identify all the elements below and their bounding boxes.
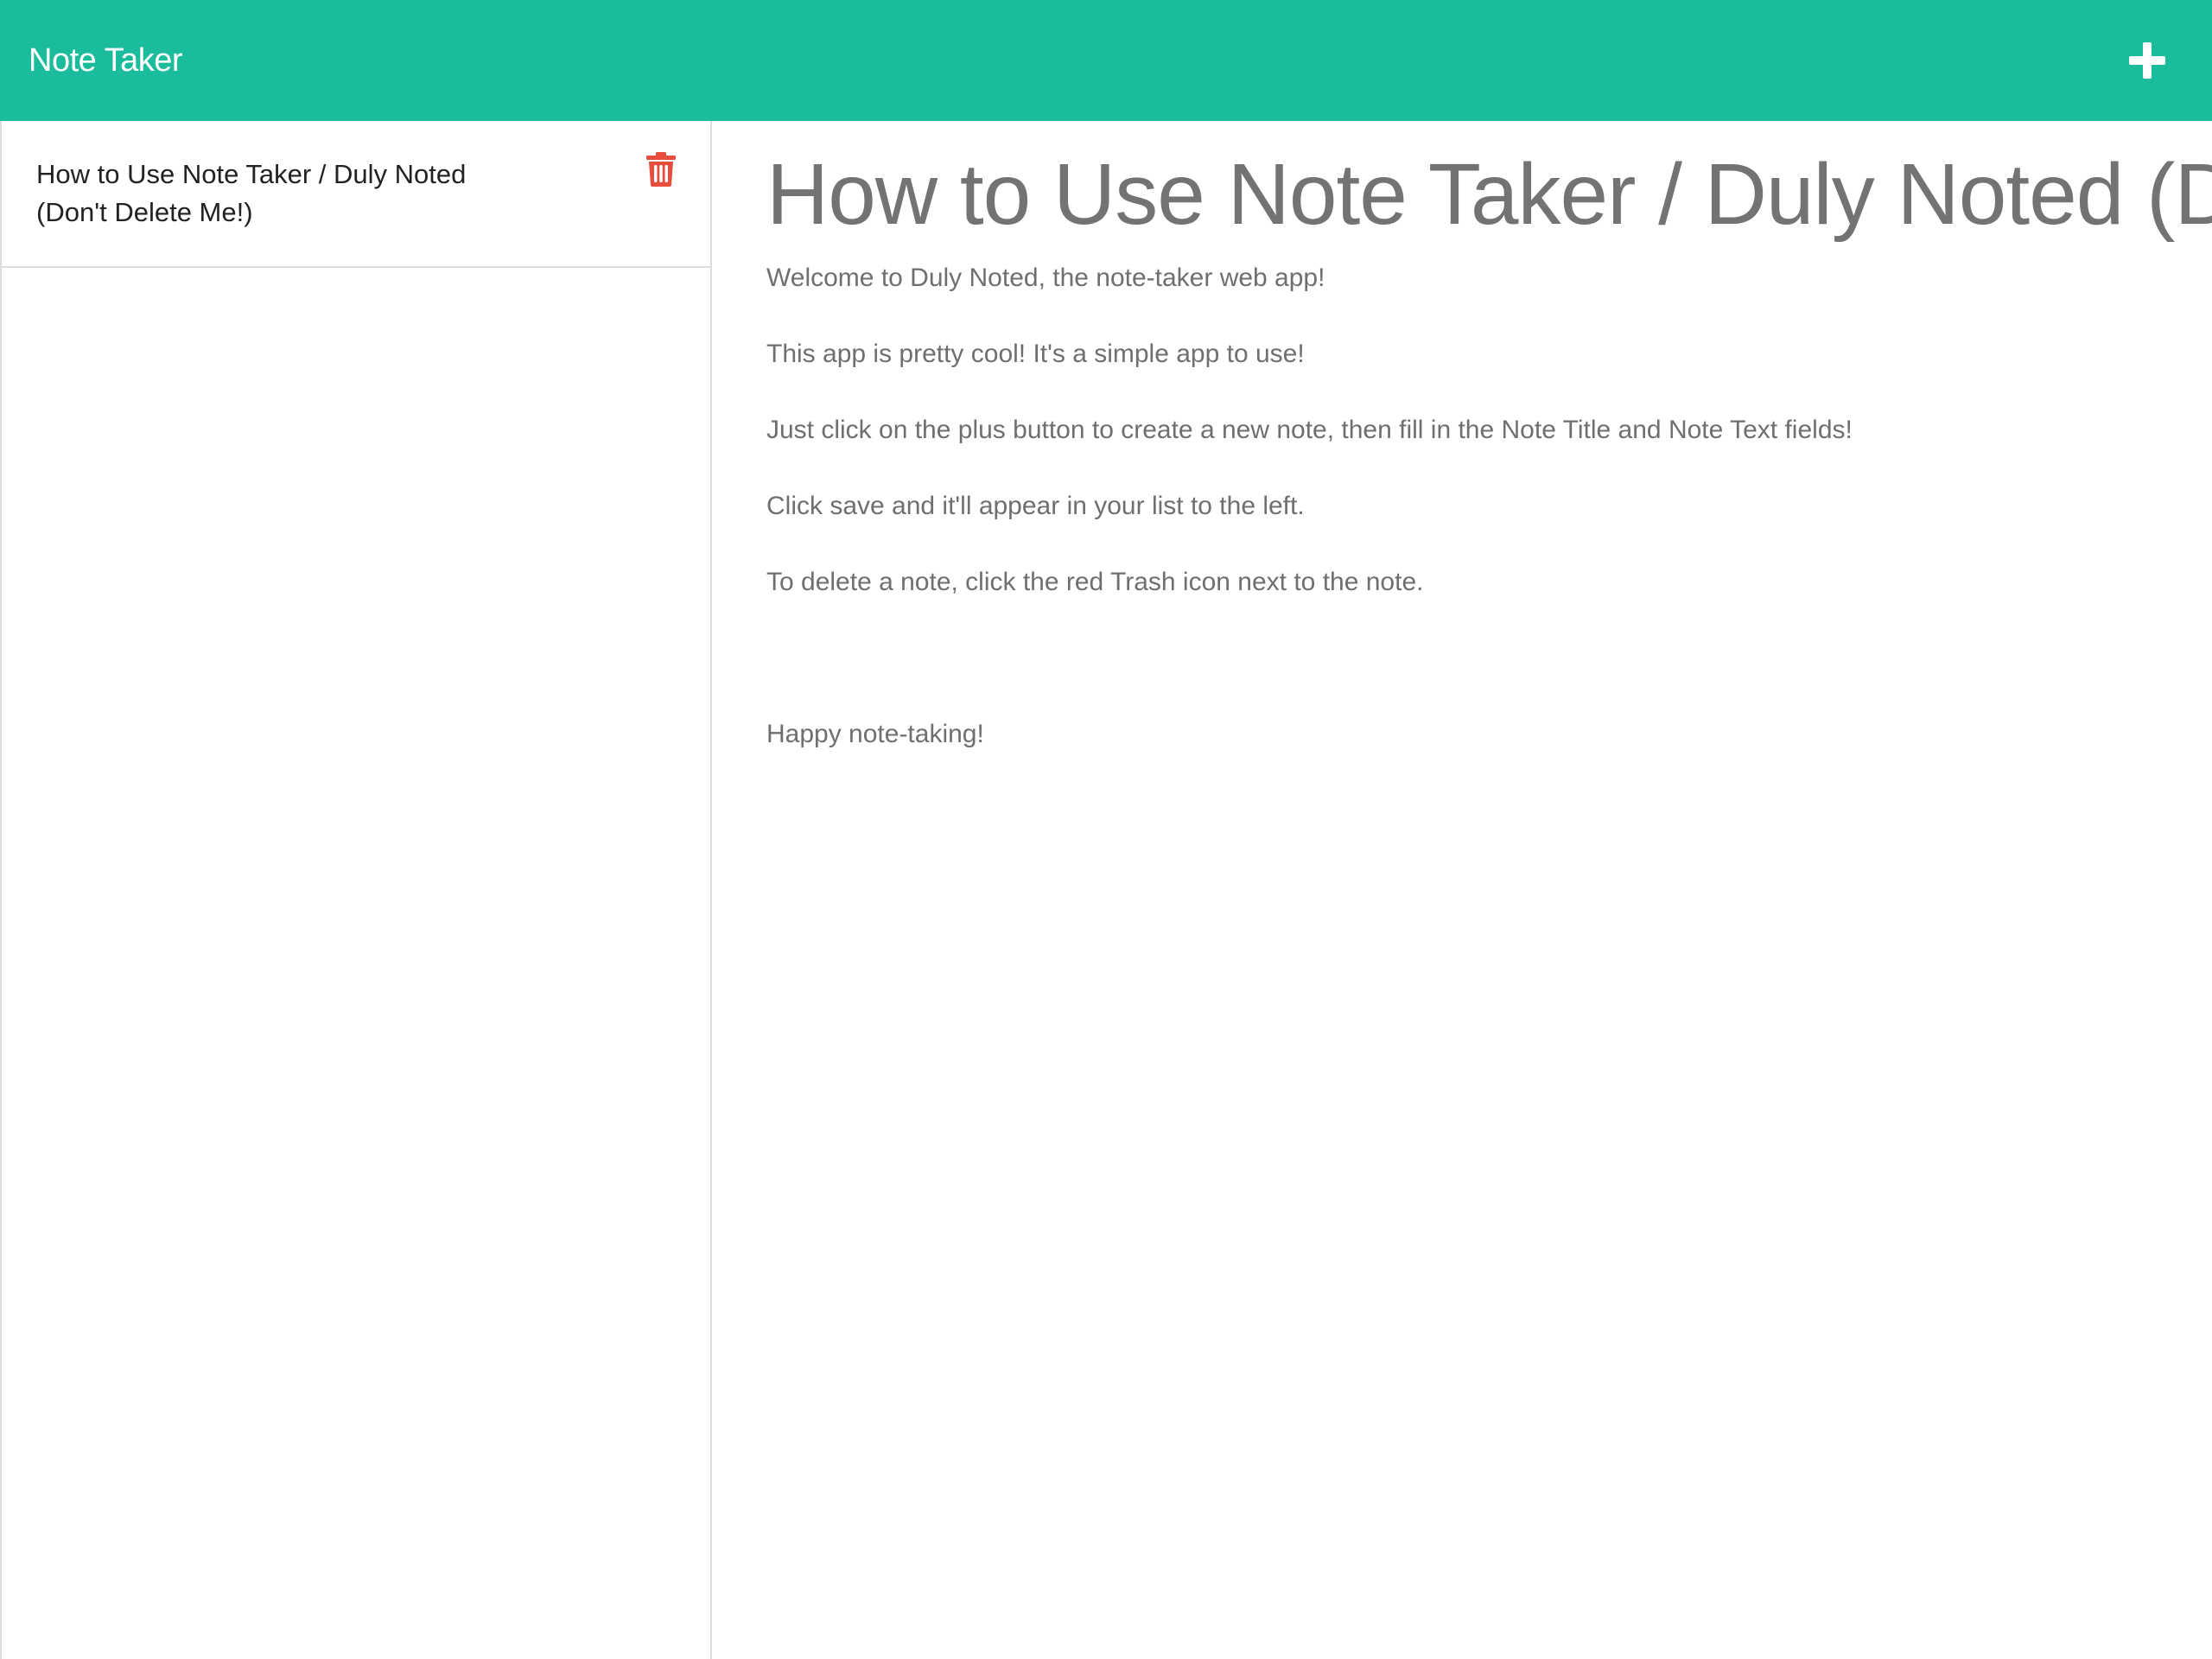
note-paragraph: To delete a note, click the red Trash ic…	[766, 568, 1424, 596]
note-list-item-title[interactable]: How to Use Note Taker / Duly Noted (Don'…	[36, 156, 486, 232]
note-list-panel: How to Use Note Taker / Duly Noted (Don'…	[0, 121, 712, 1659]
note-view: How to Use Note Taker / Duly Noted (D We…	[712, 121, 2212, 1659]
note-title-display[interactable]: How to Use Note Taker / Duly Noted (D	[766, 138, 2212, 251]
note-text-display[interactable]: Welcome to Duly Noted, the note-taker we…	[766, 259, 2212, 753]
note-paragraph: This app is pretty cool! It's a simple a…	[766, 340, 1305, 368]
note-paragraph: Welcome to Duly Noted, the note-taker we…	[766, 264, 1325, 292]
note-paragraph: Just click on the plus button to create …	[766, 416, 1853, 444]
note-list: How to Use Note Taker / Duly Noted (Don'…	[2, 121, 710, 268]
note-list-item[interactable]: How to Use Note Taker / Duly Noted (Don'…	[2, 121, 710, 268]
navbar: Note Taker	[0, 0, 2212, 121]
note-title-line-1: How to Use Note Taker / Duly Noted	[36, 159, 467, 189]
note-title-line-2: (Don't Delete Me!)	[36, 197, 253, 227]
note-paragraph: Happy note-taking!	[766, 720, 984, 748]
note-paragraph: Click save and it'll appear in your list…	[766, 492, 1305, 520]
trash-icon	[646, 152, 676, 187]
note-blank-line	[766, 639, 2212, 677]
app-title[interactable]: Note Taker	[29, 42, 183, 79]
plus-icon	[2129, 42, 2165, 79]
delete-note-button[interactable]	[646, 152, 676, 187]
new-note-button[interactable]	[2121, 35, 2173, 86]
